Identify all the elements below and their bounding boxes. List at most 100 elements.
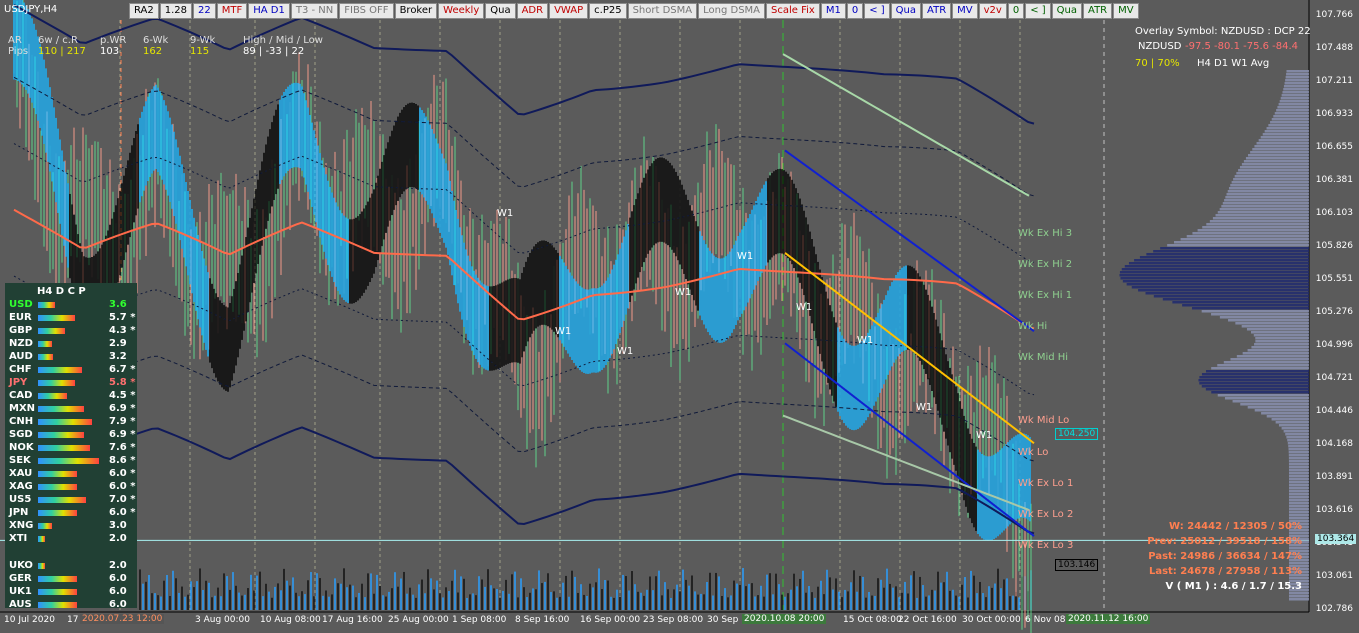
price-tick: 107.488 [1315, 43, 1353, 53]
level-label: Wk Ex Hi 3 [1018, 228, 1073, 239]
volume-profile-bar [1241, 325, 1309, 328]
strength-bar [38, 432, 85, 438]
volume-profile-bar [1289, 496, 1309, 499]
volume-profile-bar [1205, 370, 1309, 373]
strength-bar [38, 602, 78, 608]
time-marker-tag: 2020.07.23 12:00 [80, 614, 165, 624]
strength-name: EUR [9, 312, 32, 323]
strength-row-xng: XNG 3.0 [5, 520, 137, 532]
volume-profile-bar [1211, 391, 1309, 394]
volume-profile-bar [1289, 562, 1309, 565]
toolbar-button-4[interactable]: HA D1 [248, 3, 290, 19]
toolbar-button-26[interactable]: ATR [1083, 3, 1113, 19]
strength-bar [38, 536, 45, 542]
header-val-9wk: 115 [190, 46, 210, 57]
toolbar-button-21[interactable]: MV [952, 3, 978, 19]
volume-profile-bar [1228, 187, 1309, 190]
strength-row-cad: CAD 4.5 * [5, 390, 137, 402]
toolbar-button-7[interactable]: Broker [394, 3, 438, 19]
strength-name: GER [9, 573, 32, 584]
toolbar-button-1[interactable]: 1.28 [159, 3, 193, 19]
toolbar-button-8[interactable]: Weekly [438, 3, 485, 19]
toolbar-button-14[interactable]: Long DSMA [698, 3, 766, 19]
w1-marker: W1 [796, 302, 813, 313]
strength-value: 7.0 * [109, 494, 136, 505]
time-tick: 10 Jul 2020 [4, 615, 55, 625]
toolbar-button-2[interactable]: 22 [193, 3, 216, 19]
strength-value: 6.9 * [109, 403, 136, 414]
volume-profile-bar [1233, 178, 1309, 181]
time-tick: 17 Aug 16:00 [322, 615, 383, 625]
volume-profile-bar [1120, 277, 1309, 280]
strength-bar [38, 523, 52, 529]
level-label: Wk Mid Hi [1018, 352, 1069, 363]
volume-profile-bar [1199, 376, 1309, 379]
toolbar-button-25[interactable]: Qua [1051, 3, 1082, 19]
volume-profile-bar [1230, 184, 1309, 187]
volume-profile-bar [1273, 115, 1309, 118]
volume-profile-bar [1243, 160, 1309, 163]
time-marker-tag: 2020.11.12 16:00 [1066, 614, 1151, 624]
toolbar-button-22[interactable]: v2v [978, 3, 1007, 19]
price-tick: 103.891 [1315, 472, 1353, 482]
volume-profile-bar [1280, 97, 1309, 100]
toolbar-button-18[interactable]: < ] [864, 3, 890, 19]
volume-profile-bar [1153, 250, 1309, 253]
strength-bar [38, 315, 76, 321]
volume-profile-bar [1285, 79, 1309, 82]
toolbar-button-23[interactable]: 0 [1007, 3, 1025, 19]
toolbar-button-10[interactable]: ADR [516, 3, 549, 19]
volume-profile-bar [1288, 466, 1309, 469]
price-tick: 105.551 [1315, 274, 1353, 284]
header-col-9wk: 9-Wk [190, 35, 216, 46]
strength-value: 6.0 [109, 586, 127, 597]
toolbar-button-3[interactable]: MTF [216, 3, 248, 19]
strength-name: CHF [9, 364, 32, 375]
volume-profile-bar [1211, 367, 1309, 370]
volume-profile-bar [1246, 328, 1309, 331]
volume-profile-bar [1277, 106, 1309, 109]
volume-profile-bar [1198, 379, 1309, 382]
strength-name: SGD [9, 429, 33, 440]
strength-name: USD [9, 299, 33, 310]
strength-bar [38, 510, 78, 516]
strength-bar [38, 497, 86, 503]
volume-profile-bar [1289, 517, 1309, 520]
toolbar-button-27[interactable]: MV [1113, 3, 1139, 19]
toolbar-button-13[interactable]: Short DSMA [627, 3, 698, 19]
toolbar-button-19[interactable]: Qua [890, 3, 922, 19]
toolbar-button-12[interactable]: c.P25 [589, 3, 627, 19]
toolbar-button-16[interactable]: M1 [820, 3, 846, 19]
toolbar-button-11[interactable]: VWAP [549, 3, 589, 19]
toolbar-button-6[interactable]: FIBS OFF [339, 3, 394, 19]
volume-profile-bar [1288, 475, 1309, 478]
strength-value: 6.0 * [109, 481, 136, 492]
time-tick: 15 Oct 08:00 [843, 615, 902, 625]
strength-row-aus: AUS 6.0 [5, 599, 137, 611]
volume-profile-bar [1197, 229, 1309, 232]
volume-profile-bar [1215, 214, 1309, 217]
toolbar-button-15[interactable]: Scale Fix [766, 3, 820, 19]
toolbar-button-24[interactable]: < ] [1025, 3, 1051, 19]
strength-row-us5: US5 7.0 * [5, 494, 137, 506]
time-tick: 6 Nov 08 [1025, 615, 1066, 625]
toolbar-button-20[interactable]: ATR [922, 3, 952, 19]
strength-row-gbp: GBP 4.3 * [5, 325, 137, 337]
strength-value: 2.9 [109, 338, 127, 349]
w1-marker: W1 [737, 251, 754, 262]
w1-marker: W1 [675, 287, 692, 298]
strength-row-xau: XAU 6.0 * [5, 468, 137, 480]
price-tick: 106.103 [1315, 208, 1353, 218]
toolbar-button-17[interactable]: 0 [846, 3, 864, 19]
volume-profile-bar [1128, 262, 1309, 265]
toolbar-button-5[interactable]: T3 - NN [290, 3, 339, 19]
toolbar-button-0[interactable]: RA2 [129, 3, 159, 19]
volume-profile-bar [1285, 76, 1309, 79]
toolbar-button-9[interactable]: Qua [485, 3, 516, 19]
volume-profile-bar [1174, 241, 1309, 244]
time-tick: 8 Sep 16:00 [515, 615, 570, 625]
volume-profile-bar [1217, 364, 1309, 367]
volume-profile-bar [1270, 121, 1309, 124]
volume-profile-bar [1288, 448, 1309, 451]
w1-marker: W1 [555, 326, 572, 337]
